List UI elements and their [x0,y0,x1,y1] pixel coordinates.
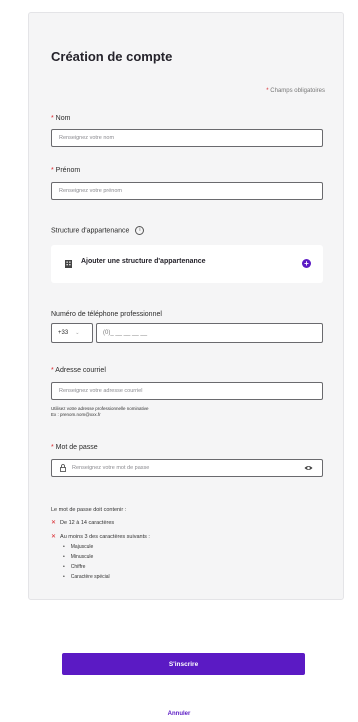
password-rule: ✕ De 12 à 14 caractères [51,520,115,526]
email-hint: Utilisez votre adresse professionnelle n… [51,406,149,417]
signup-button[interactable]: S'inscrire [62,653,305,675]
add-structure-button[interactable]: + [302,259,311,268]
close-icon: ✕ [51,520,57,526]
password-subrule: • Majuscule [63,544,94,550]
nom-label: * Nom [51,115,71,122]
structure-label: Structure d'appartenance i [51,226,145,235]
password-rule: ✕ Au moins 3 des caractères suivants : [51,534,150,540]
nom-input[interactable]: Renseignez votre nom [51,129,323,147]
required-fields-note: * Champs obligatoires [266,88,325,94]
prenom-label: * Prénom [51,167,81,174]
building-icon [65,260,72,268]
add-structure-card[interactable]: Ajouter une structure d'appartenance + [51,245,323,283]
password-placeholder: Renseignez votre mot de passe [72,465,150,471]
country-code-select[interactable]: +33 ⌄ [51,323,93,343]
password-subrule: • Chiffre [63,564,86,570]
chevron-down-icon: ⌄ [75,330,80,336]
lock-icon [60,464,66,472]
phone-row: +33 ⌄ (0)_ __ __ __ __ [51,323,323,343]
password-subrule: • Minuscule [63,554,94,560]
password-subrule: • Caractère spécial [63,574,110,580]
page-title: Création de compte [51,49,173,64]
email-label: * Adresse courriel [51,367,106,374]
prenom-input[interactable]: Renseignez votre prénom [51,182,323,200]
email-input[interactable]: Renseignez votre adresse courriel [51,382,323,400]
cancel-link[interactable]: Annuler [0,711,358,717]
password-label: * Mot de passe [51,444,98,451]
close-icon: ✕ [51,534,57,540]
phone-label: Numéro de téléphone professionnel [51,311,162,318]
add-structure-text: Ajouter une structure d'appartenance [81,258,206,265]
info-icon[interactable]: i [135,226,145,235]
eye-icon[interactable] [304,464,313,472]
signup-card: Création de compte * Champs obligatoires… [28,12,344,600]
password-rules-title: Le mot de passe doit contenir : [51,507,127,513]
password-input[interactable]: Renseignez votre mot de passe [51,459,323,477]
phone-input[interactable]: (0)_ __ __ __ __ [96,323,323,343]
